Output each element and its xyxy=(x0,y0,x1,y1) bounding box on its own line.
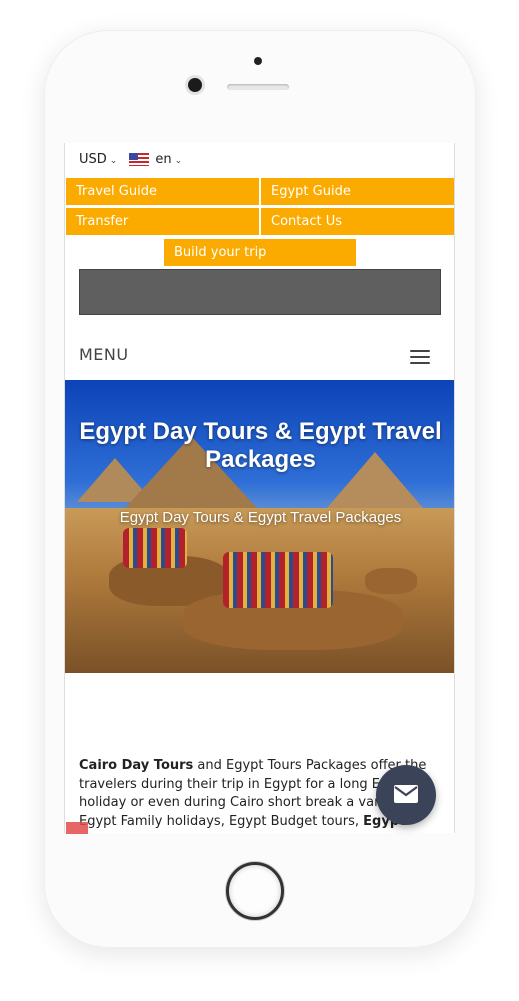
chevron-down-icon: ⌄ xyxy=(109,156,118,166)
intro-text-hidden: holiday or xyxy=(79,795,144,810)
phone-sensor xyxy=(254,57,262,65)
camel-graphic xyxy=(365,568,417,594)
nav-egypt-guide[interactable]: Egypt Guide xyxy=(261,178,454,205)
hamburger-icon[interactable] xyxy=(410,350,430,364)
hero-title: Egypt Day Tours & Egypt Travel Packages xyxy=(79,418,442,473)
us-flag-icon xyxy=(129,153,150,166)
intro-text: and xyxy=(196,832,224,833)
nav-travel-guide[interactable]: Travel Guide xyxy=(66,178,259,205)
nav-transfer[interactable]: Transfer xyxy=(66,208,259,235)
nav-contact-us[interactable]: Contact Us xyxy=(261,208,454,235)
phone-speaker xyxy=(227,84,289,90)
contact-fab-button[interactable] xyxy=(376,765,436,825)
language-selector[interactable]: en ⌄ xyxy=(129,152,182,167)
menu-label[interactable]: MENU xyxy=(79,345,129,364)
chat-widget-icon[interactable] xyxy=(66,822,88,834)
camel-blanket xyxy=(223,552,333,608)
front-camera-icon xyxy=(188,78,202,92)
mail-icon xyxy=(394,785,418,803)
intro-bold-text[interactable]: Cairo Day Tours xyxy=(79,758,193,773)
banner-placeholder xyxy=(79,269,441,315)
home-button[interactable] xyxy=(226,862,284,920)
chevron-down-icon: ⌄ xyxy=(174,156,183,166)
nav-build-trip[interactable]: Build your trip xyxy=(164,239,356,266)
hero-banner: Egypt Day Tours & Egypt Travel Packages … xyxy=(65,380,454,673)
top-bar: USD ⌄ en ⌄ xyxy=(79,152,182,167)
currency-selector[interactable]: USD ⌄ xyxy=(79,152,117,167)
hero-subtitle: Egypt Day Tours & Egypt Travel Packages xyxy=(119,509,402,526)
camel-blanket xyxy=(123,528,187,568)
mobile-screen: USD ⌄ en ⌄ Travel Guide Egypt Guide Transf… xyxy=(64,143,455,833)
